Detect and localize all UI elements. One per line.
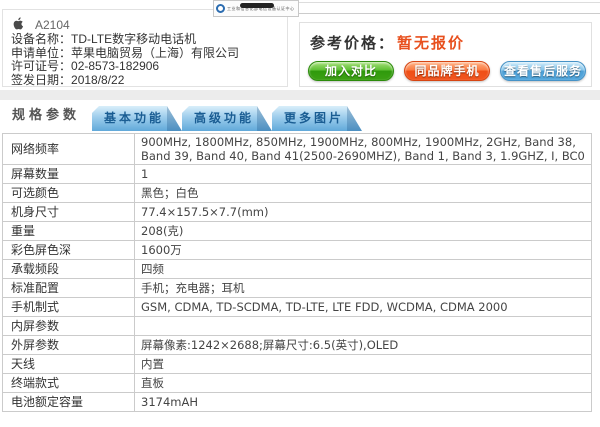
price-value: 暂无报价 (397, 35, 466, 52)
spec-row-network-standards: 手机制式 GSM, CDMA, TD-SCDMA, TD-LTE, LTE FDD… (2, 297, 592, 317)
tab-label: 高级功能 (194, 111, 255, 125)
reference-price-line: 参考价格： 暂无报价 (310, 32, 465, 53)
add-to-compare-button[interactable]: 加入对比 (308, 61, 394, 81)
spec-value: 77.4×157.5×7.7(mm) (134, 202, 592, 222)
spec-value: 直板 (134, 373, 592, 393)
spec-value: 900MHz, 1800MHz, 850MHz, 1900MHz, 800MHz… (134, 133, 592, 165)
spec-row-battery: 电池额定容量 3174mAH (2, 392, 592, 412)
after-sales-service-button[interactable]: 查看售后服务 (500, 61, 586, 81)
spec-row-weight: 重量 208(克) (2, 221, 592, 241)
applicant-label: 申请单位： (11, 45, 72, 60)
spec-label: 标准配置 (2, 278, 135, 298)
spec-label: 外屏参数 (2, 335, 135, 355)
spec-value: 1 (134, 164, 592, 184)
spec-row-color-depth: 彩色屏色深 1600万 (2, 240, 592, 260)
spec-label: 可选颜色 (2, 183, 135, 203)
spec-row-network-frequency: 网络频率 900MHz, 1800MHz, 850MHz, 1900MHz, 80… (2, 133, 592, 165)
specs-table: 网络频率 900MHz, 1800MHz, 850MHz, 1900MHz, 80… (2, 133, 592, 412)
license-label: 许可证号： (11, 59, 72, 73)
spec-row-standard-config: 标准配置 手机；充电器；耳机 (2, 278, 592, 298)
model-number: A2104 (35, 18, 70, 32)
spec-value: GSM, CDMA, TD-SCDMA, TD-LTE, LTE FDD, WC… (134, 297, 592, 317)
device-name-value: TD-LTE数字移动电话机 (71, 32, 197, 46)
tenaa-device-page: A2104 设备名称：TD-LTE数字移动电话机 申请单位：苹果电脑贸易（上海）… (0, 0, 600, 427)
license-value: 02-8573-182906 (71, 59, 160, 73)
spec-value (134, 316, 592, 336)
spec-row-colors: 可选颜色 黑色；白色 (2, 183, 592, 203)
tab-label: 基本功能 (104, 111, 165, 125)
spec-row-dimensions: 机身尺寸 77.4×157.5×7.7(mm) (2, 202, 592, 222)
brand-row: A2104 (11, 14, 70, 32)
price-label: 参考价格： (310, 35, 396, 52)
spec-label: 电池额定容量 (2, 392, 135, 412)
spec-value: 内置 (134, 354, 592, 374)
section-divider (0, 90, 600, 100)
device-info-panel: A2104 设备名称：TD-LTE数字移动电话机 申请单位：苹果电脑贸易（上海）… (2, 9, 288, 87)
tab-advanced-functions[interactable]: 高级功能 (182, 106, 272, 131)
device-info-list: 设备名称：TD-LTE数字移动电话机 申请单位：苹果电脑贸易（上海）有限公司 许… (11, 32, 240, 88)
applicant-row: 申请单位：苹果电脑贸易（上海）有限公司 (11, 45, 240, 61)
device-name-label: 设备名称： (11, 32, 72, 46)
spec-value: 黑色；白色 (134, 183, 592, 203)
issue-date-row: 签发日期：2018/8/22 (11, 72, 239, 88)
spec-label: 重量 (2, 221, 135, 241)
spec-label: 机身尺寸 (2, 202, 135, 222)
spec-value: 1600万 (134, 240, 592, 260)
spec-row-outer-screen: 外屏参数 屏幕像素:1242×2688;屏幕尺寸:6.5(英寸),OLED (2, 335, 592, 355)
spec-value: 四频 (134, 259, 592, 279)
tab-more-images[interactable]: 更多图片 (272, 106, 362, 131)
tab-basic-functions[interactable]: 基本功能 (92, 106, 182, 131)
header-divider-box (289, 2, 600, 14)
spec-value: 屏幕像素:1242×2688;屏幕尺寸:6.5(英寸),OLED (134, 335, 592, 355)
spec-label: 彩色屏色深 (2, 240, 135, 260)
tab-fold (257, 106, 272, 131)
spec-value: 208(克) (134, 221, 592, 241)
spec-label: 终端款式 (2, 373, 135, 393)
spec-row-inner-screen: 内屏参数 (2, 316, 592, 336)
certification-badge-bar (240, 3, 274, 8)
spec-table-container: 网络频率 900MHz, 1800MHz, 850MHz, 1900MHz, 80… (2, 133, 592, 412)
tab-fold (167, 106, 182, 131)
price-panel: 参考价格： 暂无报价 加入对比 同品牌手机 查看售后服务 (299, 22, 592, 87)
spec-label: 承载频段 (2, 259, 135, 279)
spec-label: 屏幕数量 (2, 164, 135, 184)
spec-label: 天线 (2, 354, 135, 374)
spec-row-bands: 承载频段 四频 (2, 259, 592, 279)
action-buttons: 加入对比 同品牌手机 查看售后服务 (308, 61, 586, 81)
spec-value: 3174mAH (134, 392, 592, 412)
tab-label: 更多图片 (284, 111, 345, 125)
device-name-row: 设备名称：TD-LTE数字移动电话机 (11, 32, 239, 47)
issue-date-value: 2018/8/22 (71, 72, 125, 87)
same-brand-phones-button[interactable]: 同品牌手机 (404, 61, 490, 81)
applicant-value: 苹果电脑贸易（上海）有限公司 (71, 45, 240, 60)
license-row: 许可证号：02-8573-182906 (11, 59, 239, 74)
certification-badge: 工业和信息化部电信设备认证中心 (213, 0, 299, 17)
spec-row-screen-count: 屏幕数量 1 (2, 164, 592, 184)
certification-seal-icon (216, 4, 225, 13)
tab-spec-parameters[interactable]: 规格参数 (2, 100, 96, 131)
apple-logo-icon (13, 16, 24, 29)
tab-label: 规格参数 (12, 107, 81, 122)
tab-fold (347, 106, 362, 131)
spec-label: 网络频率 (2, 133, 135, 165)
spec-row-form-factor: 终端款式 直板 (2, 373, 592, 393)
spec-label: 内屏参数 (2, 316, 135, 336)
issue-date-label: 签发日期： (11, 72, 72, 87)
spec-row-antenna: 天线 内置 (2, 354, 592, 374)
spec-value: 手机；充电器；耳机 (134, 278, 592, 298)
spec-label: 手机制式 (2, 297, 135, 317)
